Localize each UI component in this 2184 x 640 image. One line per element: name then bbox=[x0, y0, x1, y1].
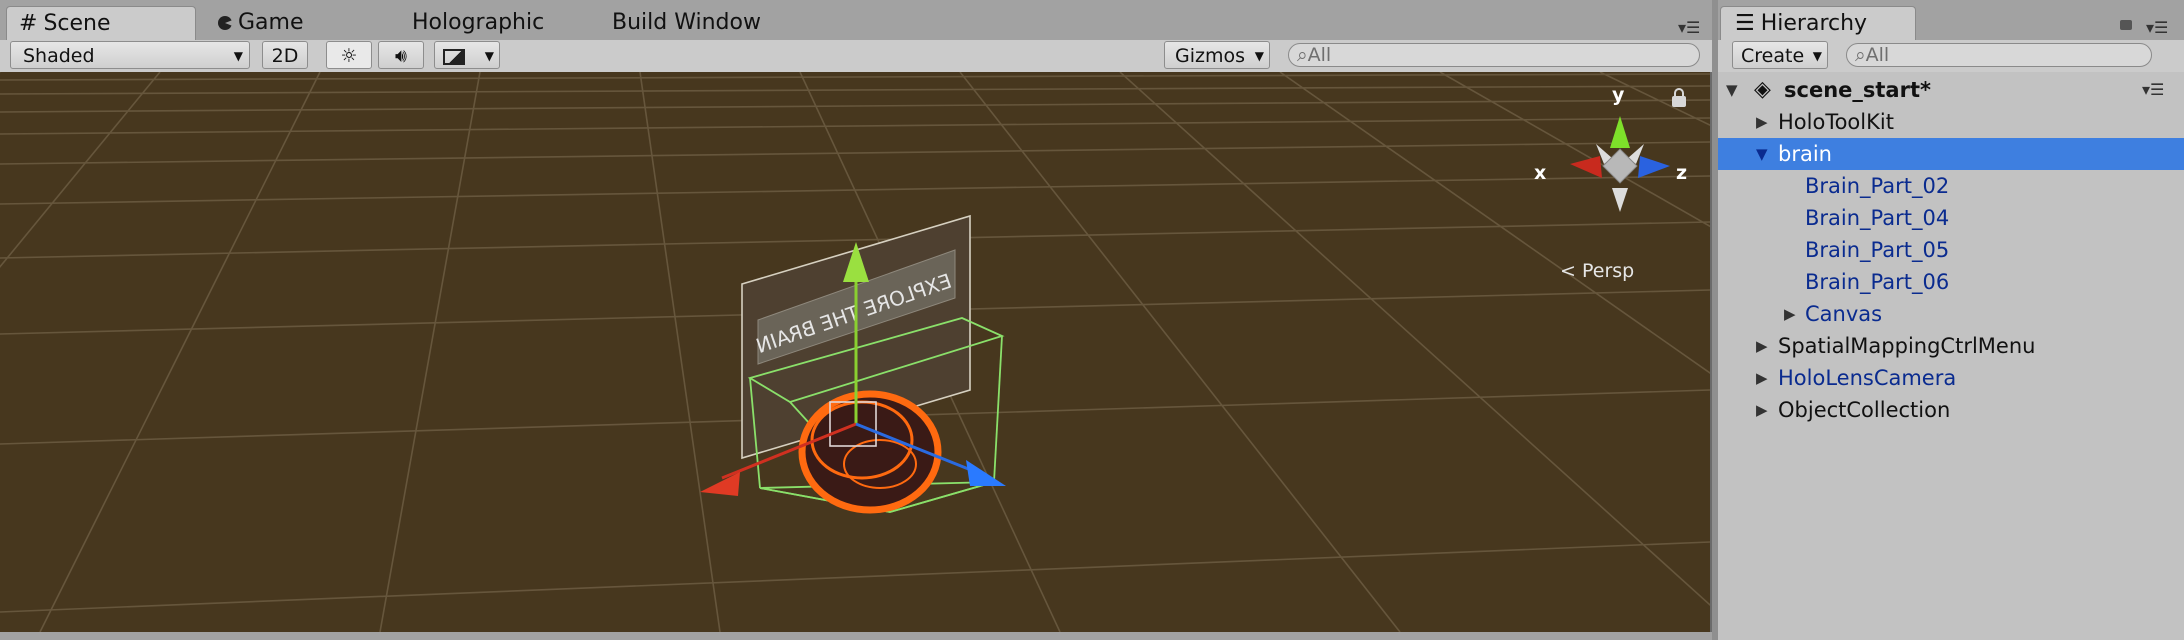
expand-arrow-icon: ▶ bbox=[1756, 369, 1768, 387]
tree-item-label: ObjectCollection bbox=[1778, 398, 1951, 422]
tree-item-canvas[interactable]: ▶ Canvas bbox=[1718, 298, 2184, 330]
tab-hierarchy-label: Hierarchy bbox=[1760, 11, 1868, 36]
scene-search-input[interactable]: ⌕All bbox=[1288, 43, 1700, 67]
chevron-down-icon: ▼ bbox=[1812, 49, 1822, 63]
brain-object[interactable]: EXPLORE THE BRAIN bbox=[0, 72, 1710, 632]
tree-item-label: SpatialMappingCtrlMenu bbox=[1778, 334, 2036, 358]
lock-icon[interactable] bbox=[2120, 20, 2132, 30]
expand-arrow-icon: ▶ bbox=[1756, 113, 1768, 131]
gizmos-dropdown[interactable]: Gizmos ▼ bbox=[1164, 41, 1270, 69]
scene-root-row[interactable]: ▼ ◈ scene_start* ▾☰ bbox=[1718, 74, 2184, 106]
scene-toolbar: Shaded ▼ 2D ☼ 🔊︎ ▼ Gizmos ▼ ⌕All bbox=[0, 40, 1712, 73]
tree-item-label: Brain_Part_06 bbox=[1805, 270, 1950, 294]
tree-item-label: Brain_Part_05 bbox=[1805, 238, 1950, 262]
chevron-down-icon: ▼ bbox=[484, 49, 494, 63]
tab-build-window[interactable]: Build Window bbox=[612, 6, 761, 40]
scene-tab-strip: # Scene Game Holographic Build Window ▾☰ bbox=[0, 0, 1712, 40]
create-label: Create bbox=[1741, 45, 1805, 67]
projection-label[interactable]: < Persp bbox=[1560, 260, 1634, 282]
tab-hierarchy[interactable]: ☰ Hierarchy bbox=[1720, 6, 1916, 40]
image-icon bbox=[443, 48, 465, 65]
tab-scene-label: Scene bbox=[43, 11, 111, 36]
hierarchy-toolbar: Create ▼ ⌕All bbox=[1718, 40, 2184, 73]
tree-item-label: HoloToolKit bbox=[1778, 110, 1894, 134]
hierarchy-tab-strip: ☰ Hierarchy ▾☰ bbox=[1714, 0, 2184, 40]
lighting-toggle[interactable]: ☼ bbox=[326, 41, 372, 69]
tree-item-brain-part-06[interactable]: Brain_Part_06 bbox=[1718, 266, 2184, 298]
hierarchy-search-placeholder: All bbox=[1865, 44, 1890, 66]
chevron-down-icon: ▼ bbox=[233, 49, 243, 63]
unity-logo-icon: ◈ bbox=[1754, 77, 1771, 102]
grid-icon: # bbox=[19, 11, 38, 36]
chevron-down-icon: ▼ bbox=[1254, 49, 1264, 63]
expand-arrow-icon: ▶ bbox=[1784, 305, 1796, 323]
tree-item-label: Brain_Part_04 bbox=[1805, 206, 1950, 230]
tree-item-holotoolkit[interactable]: ▶ HoloToolKit bbox=[1718, 106, 2184, 138]
create-dropdown[interactable]: Create ▼ bbox=[1732, 41, 1828, 69]
tab-build-window-label: Build Window bbox=[612, 10, 761, 35]
expand-arrow-icon: ▼ bbox=[1726, 81, 1738, 99]
orientation-gizmo[interactable]: y x z < Persp bbox=[1520, 84, 1710, 282]
expand-arrow-icon: ▼ bbox=[1756, 145, 1768, 163]
pacman-icon bbox=[218, 16, 232, 30]
panel-menu-icon[interactable]: ▾☰ bbox=[1678, 18, 1700, 37]
lock-icon[interactable] bbox=[1672, 88, 1686, 107]
tree-item-holoLenscamera[interactable]: ▶ HoloLensCamera bbox=[1718, 362, 2184, 394]
scene-search-placeholder: All bbox=[1307, 44, 1332, 66]
scene-name: scene_start* bbox=[1784, 78, 1931, 102]
expand-arrow-icon: ▶ bbox=[1756, 337, 1768, 355]
scene-viewport[interactable]: EXPLORE THE BRAIN y x z < Persp bbox=[0, 72, 1712, 632]
expand-arrow-icon: ▶ bbox=[1756, 401, 1768, 419]
tree-item-objectcollection[interactable]: ▶ ObjectCollection bbox=[1718, 394, 2184, 426]
draw-mode-dropdown[interactable]: Shaded ▼ bbox=[10, 41, 250, 69]
tab-game-label: Game bbox=[238, 10, 304, 35]
tree-item-brain-part-02[interactable]: Brain_Part_02 bbox=[1718, 170, 2184, 202]
scene-menu-icon[interactable]: ▾☰ bbox=[2142, 74, 2164, 106]
audio-toggle[interactable]: 🔊︎ bbox=[378, 41, 424, 69]
hierarchy-search-input[interactable]: ⌕All bbox=[1846, 43, 2152, 67]
panel-menu-icon[interactable]: ▾☰ bbox=[2146, 18, 2168, 37]
tree-item-label: Brain_Part_02 bbox=[1805, 174, 1950, 198]
tree-item-brain[interactable]: ▼ brain bbox=[1718, 138, 2184, 170]
tree-item-brain-part-04[interactable]: Brain_Part_04 bbox=[1718, 202, 2184, 234]
brain-mesh bbox=[798, 390, 942, 514]
draw-mode-label: Shaded bbox=[23, 45, 95, 67]
tab-scene[interactable]: # Scene bbox=[6, 6, 196, 40]
projection-text: Persp bbox=[1581, 260, 1635, 282]
panel-divider[interactable] bbox=[1712, 0, 1718, 640]
tab-holographic[interactable]: Holographic bbox=[412, 6, 544, 40]
axis-x-label: x bbox=[1534, 162, 1547, 184]
hierarchy-panel: ▼ ◈ scene_start* ▾☰ ▶ HoloToolKit ▼ brai… bbox=[1718, 72, 2184, 640]
sun-icon: ☼ bbox=[340, 45, 358, 67]
list-icon: ☰ bbox=[1735, 11, 1755, 36]
axis-y-label: y bbox=[1612, 84, 1625, 106]
axis-z-label: z bbox=[1676, 162, 1688, 184]
tree-item-spatialmappingctrlmenu[interactable]: ▶ SpatialMappingCtrlMenu bbox=[1718, 330, 2184, 362]
search-icon: ⌕ bbox=[1297, 44, 1308, 66]
effects-dropdown[interactable]: ▼ bbox=[434, 41, 500, 69]
search-icon: ⌕ bbox=[1855, 44, 1866, 66]
mode-2d-button[interactable]: 2D bbox=[262, 41, 308, 69]
tree-item-label: Canvas bbox=[1805, 302, 1883, 326]
tree-item-label: brain bbox=[1778, 142, 1832, 166]
speaker-icon: 🔊︎ bbox=[395, 45, 407, 67]
mode-2d-label: 2D bbox=[271, 45, 299, 67]
tab-holographic-label: Holographic bbox=[412, 10, 545, 35]
tree-item-brain-part-05[interactable]: Brain_Part_05 bbox=[1718, 234, 2184, 266]
tab-game[interactable]: Game bbox=[218, 6, 304, 40]
gizmos-label: Gizmos bbox=[1175, 45, 1246, 67]
tree-item-label: HoloLensCamera bbox=[1778, 366, 1957, 390]
